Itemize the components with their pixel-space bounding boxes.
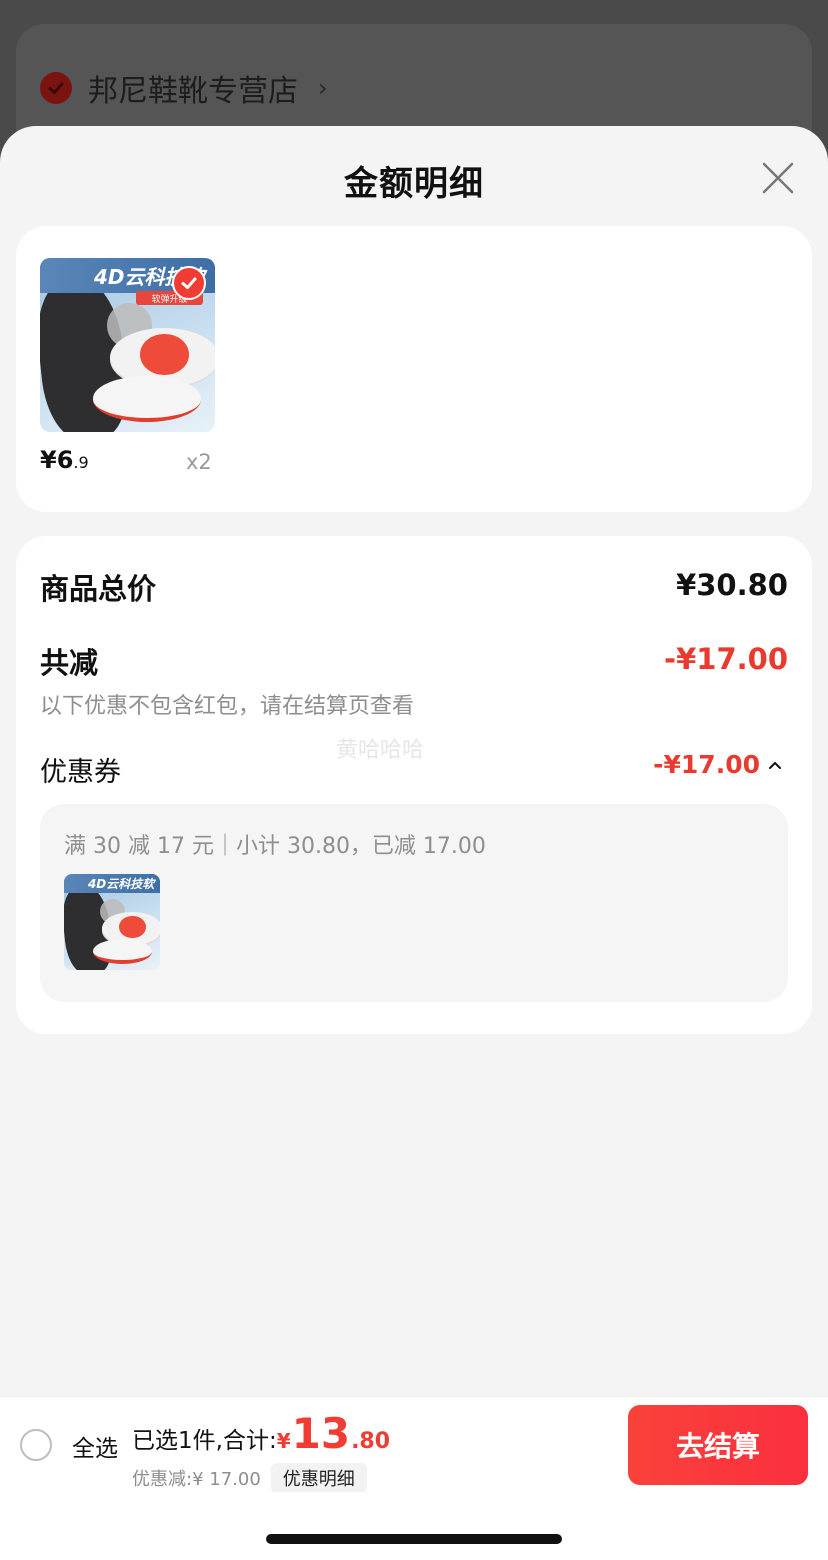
reduce-value: -¥17.00: [664, 642, 788, 676]
close-button[interactable]: [758, 158, 798, 198]
total-price: ¥ 13 .80: [277, 1409, 390, 1458]
product-card: 4D云科技软 软弹升级 ¥6.9 x2: [16, 226, 812, 512]
insole-cushion-graphic: [92, 376, 201, 422]
goods-total-value: ¥30.80: [676, 568, 788, 602]
sheet-title: 金额明细: [344, 164, 484, 204]
home-indicator-area: [0, 1492, 828, 1560]
checkout-button[interactable]: 去结算: [628, 1405, 808, 1485]
selected-summary-text: 已选1件,合计:: [132, 1428, 277, 1454]
insole-cushion-graphic: [92, 939, 153, 965]
product-price-int: ¥6: [40, 446, 74, 474]
total-int: 13: [291, 1409, 351, 1458]
home-indicator[interactable]: [266, 1534, 562, 1544]
totals-card: 商品总价 ¥30.80 共减 -¥17.00 以下优惠不包含红包，请在结算页查看…: [16, 536, 812, 1034]
discount-note: 以下优惠不包含红包，请在结算页查看: [40, 694, 415, 719]
select-all-label[interactable]: 全选: [72, 1429, 118, 1463]
product-quantity: x2: [186, 450, 212, 474]
store-header[interactable]: 邦尼鞋靴专营店 ›: [40, 66, 328, 110]
close-icon[interactable]: [761, 161, 795, 195]
discount-detail-button[interactable]: 优惠明细: [270, 1463, 367, 1493]
total-dec: .80: [351, 1429, 391, 1454]
coupon-toggle[interactable]: -¥17.00: [653, 750, 782, 779]
discount-text: 优惠减:¥ 17.00: [132, 1469, 261, 1490]
reduce-label: 共减: [40, 646, 99, 680]
store-arrow-icon: ›: [318, 74, 328, 102]
coupon-product-image[interactable]: 4D云科技软: [64, 874, 160, 970]
store-check-icon[interactable]: [40, 72, 72, 104]
watermark: 黄哈哈哈: [336, 738, 425, 763]
coupon-product-image-banner: 4D云科技软: [64, 874, 160, 894]
select-all-checkbox[interactable]: [20, 1429, 52, 1461]
goods-total-label: 商品总价: [40, 572, 157, 606]
selected-summary: 已选1件,合计: ¥ 13 .80: [132, 1409, 390, 1458]
coupon-label: 优惠券: [40, 757, 121, 788]
amount-detail-sheet: 金额明细 4D云科技软 软弹升级 ¥6.9 x2 商品总价 ¥30.80 共减 …: [0, 126, 828, 1560]
checkout-bar: 全选 已选1件,合计: ¥ 13 .80 优惠减:¥ 17.00 优惠明细 去结…: [0, 1396, 828, 1493]
product-price: ¥6.9: [40, 446, 89, 474]
total-yen: ¥: [276, 1429, 291, 1453]
selected-check-icon[interactable]: [172, 266, 206, 300]
chevron-up-icon[interactable]: [768, 760, 782, 770]
product-price-dec: .9: [73, 453, 89, 472]
coupon-detail-box: 满 30 减 17 元｜小计 30.80，已减 17.00 4D云科技软: [40, 804, 788, 1002]
coupon-detail-text: 满 30 减 17 元｜小计 30.80，已减 17.00: [64, 834, 486, 859]
store-name[interactable]: 邦尼鞋靴专营店: [88, 66, 298, 110]
coupon-value: -¥17.00: [653, 750, 760, 779]
discount-row: 优惠减:¥ 17.00 优惠明细: [132, 1463, 367, 1493]
